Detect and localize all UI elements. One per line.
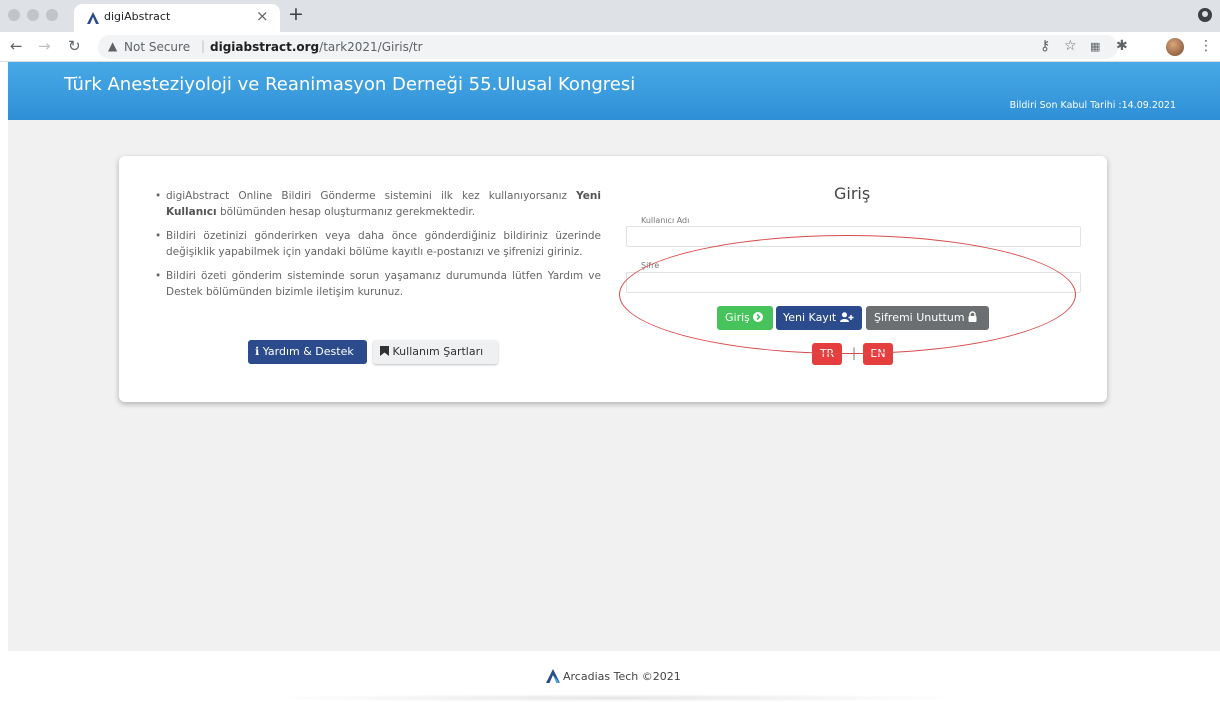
help-support-label: Yardım & Destek <box>262 345 354 358</box>
page-footer: Arcadias Tech ©2021 <box>0 651 1220 702</box>
password-label: Şifre <box>641 261 660 270</box>
browser-tab[interactable]: digiAbstract × <box>74 4 280 32</box>
new-registration-label: Yeni Kayıt <box>783 311 837 324</box>
url-text[interactable]: digiabstract.org/tark2021/Giris/tr <box>210 40 423 54</box>
browser-profile-icon[interactable] <box>1198 8 1212 22</box>
username-field[interactable] <box>626 226 1081 247</box>
header-banner: Türk Anesteziyoloji ve Reanimasyon Derne… <box>8 62 1220 120</box>
arcadias-logo-icon <box>546 669 560 683</box>
star-icon[interactable]: ☆ <box>1064 38 1077 54</box>
language-separator: | <box>852 346 857 360</box>
url-path: /tark2021/Giris/tr <box>319 40 423 54</box>
red-ellipse-annotation <box>619 235 1076 354</box>
new-registration-button[interactable]: Yeni Kayıt <box>776 306 862 330</box>
qr-icon[interactable]: ▦ <box>1090 40 1100 53</box>
language-tr-button[interactable]: TR <box>812 343 842 365</box>
login-button[interactable]: Giriş <box>717 306 773 330</box>
footer-copyright: Arcadias Tech ©2021 <box>563 670 681 683</box>
forgot-password-button[interactable]: Şifremi Unuttum <box>866 306 989 330</box>
login-title: Giriş <box>834 184 871 203</box>
browser-tab-bar: digiAbstract × + <box>0 0 1220 32</box>
language-en-button[interactable]: EN <box>863 343 893 365</box>
page-viewport: Türk Anesteziyoloji ve Reanimasyon Derne… <box>8 62 1220 651</box>
profile-avatar[interactable] <box>1166 38 1184 56</box>
info-item-new-user: digiAbstract Online Bildiri Gönderme sis… <box>155 188 601 220</box>
password-field[interactable] <box>626 272 1081 293</box>
login-card: digiAbstract Online Bildiri Gönderme sis… <box>119 156 1107 402</box>
submission-deadline: Bildiri Son Kabul Tarihi :14.09.2021 <box>1009 100 1176 111</box>
info-icon: ℹ <box>255 345 260 358</box>
digiabstract-favicon-icon <box>87 12 99 24</box>
reload-icon[interactable]: ↻ <box>68 37 81 55</box>
warning-icon[interactable]: ▲ <box>108 39 117 53</box>
info-item-support: Bildiri özeti gönderim sisteminde sorun … <box>155 268 601 300</box>
terms-of-use-button[interactable]: Kullanım Şartları <box>373 340 498 364</box>
user-lock-icon <box>968 311 977 322</box>
new-tab-icon[interactable]: + <box>288 3 304 25</box>
menu-icon[interactable]: ⋮ <box>1199 38 1213 54</box>
page-title: Türk Anesteziyoloji ve Reanimasyon Derne… <box>64 74 636 95</box>
tab-title: digiAbstract <box>104 10 171 23</box>
bookmark-icon <box>380 346 389 356</box>
help-support-button[interactable]: ℹ Yardım & Destek <box>248 340 367 364</box>
address-bar-row: ← → ↻ ▲ Not Secure | digiabstract.org/ta… <box>0 32 1220 62</box>
key-icon[interactable]: ⚷ <box>1040 38 1050 54</box>
url-omnibox[interactable]: ▲ Not Secure | digiabstract.org/tark2021… <box>98 35 1118 59</box>
username-label: Kullanıcı Adı <box>641 216 690 225</box>
info-item-edit: Bildiri özetinizi gönderirken veya daha … <box>155 228 601 260</box>
arrow-circle-right-icon <box>753 312 764 322</box>
not-secure-label[interactable]: Not Secure <box>124 40 190 54</box>
extensions-icon[interactable]: ✱ <box>1116 38 1128 54</box>
window-minimize-dot[interactable] <box>27 9 39 21</box>
forgot-password-label: Şifremi Unuttum <box>874 311 965 324</box>
forward-icon[interactable]: → <box>38 37 51 55</box>
back-icon[interactable]: ← <box>10 37 23 55</box>
window-zoom-dot[interactable] <box>46 9 58 21</box>
window-close-dot[interactable] <box>8 9 20 21</box>
tab-close-icon[interactable]: × <box>256 7 269 25</box>
login-label: Giriş <box>725 311 750 324</box>
url-domain: digiabstract.org <box>210 40 320 54</box>
info-list: digiAbstract Online Bildiri Gönderme sis… <box>155 188 601 308</box>
user-plus-icon <box>839 312 854 322</box>
url-separator: | <box>201 39 206 53</box>
terms-of-use-label: Kullanım Şartları <box>392 345 484 358</box>
